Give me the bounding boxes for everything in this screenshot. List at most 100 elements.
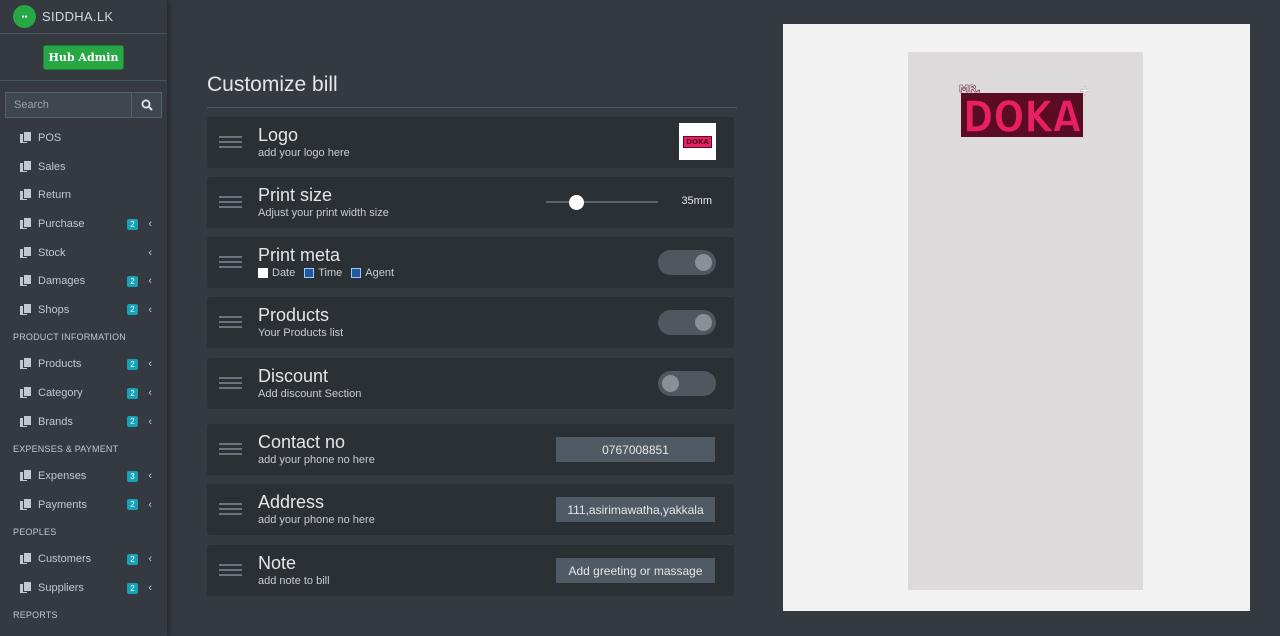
print-size-slider-track[interactable] [546,201,658,203]
copy-icon [20,303,31,316]
search-icon [141,99,153,111]
setting-row-address: Address add your phone no here 111,asiri… [207,484,734,535]
search-button[interactable] [131,92,162,118]
drag-handle-icon[interactable] [219,377,242,389]
nav-item-expenses[interactable]: Expenses 3 ‹ [0,462,167,491]
print-meta-toggle[interactable] [658,250,716,275]
copy-icon [20,275,31,287]
svg-text:+: + [1079,83,1089,99]
chevron-left-icon: ‹ [148,358,152,371]
copy-icon [20,160,31,173]
nav-item-return[interactable]: Return [0,181,167,210]
agent-label: Agent [365,267,395,279]
nav-label: Purchase [38,218,85,231]
row-title: Products [258,305,330,325]
setting-row-contact: Contact no add your phone no here 076700… [207,424,734,475]
chevron-left-icon: ‹ [148,246,152,259]
row-subtitle: Adjust your print width size [258,207,389,219]
doka-logo: MR. DOKA + [959,83,1089,140]
nav-item-sales[interactable]: Sales [0,153,167,182]
products-toggle[interactable] [658,310,716,335]
row-title: Logo [258,125,299,145]
date-checkbox[interactable] [258,268,268,278]
count-badge: 2 [127,304,138,316]
row-title: Address [258,492,325,512]
drag-handle-icon[interactable] [219,136,242,148]
date-label: Date [272,267,296,279]
nav-item-suppliers[interactable]: Suppliers 2 ‹ [0,574,167,603]
brand-name: SIDDHA.LK [42,9,114,24]
brand[interactable]: ●● SIDDHA.LK [0,0,167,34]
count-badge: 2 [127,387,138,399]
chevron-left-icon: ‹ [148,553,152,566]
copy-icon [20,582,31,594]
row-subtitle: add note to bill [258,575,330,587]
nav-item-pos[interactable]: POS [0,124,167,153]
toggle-knob [662,375,679,392]
nav-label: Products [38,358,82,371]
nav-label: Category [38,387,83,400]
drag-handle-icon[interactable] [219,564,242,576]
copy-icon [20,358,31,370]
count-badge: 2 [127,553,138,565]
logo-thumb-text: DOKA [683,135,712,148]
chevron-left-icon: ‹ [148,582,152,595]
nav-item-products[interactable]: Products 2 ‹ [0,350,167,379]
nav-item-brands[interactable]: Brands 2 ‹ [0,407,167,436]
nav-item-customers[interactable]: Customers 2 ‹ [0,545,167,574]
receipt-preview: MR. DOKA + [908,52,1143,590]
nav-header-peoples: PEOPLES [13,527,57,538]
chevron-left-icon: ‹ [148,498,152,511]
svg-text:DOKA: DOKA [963,92,1081,140]
chevron-left-icon: ‹ [148,387,152,400]
sidebar: ●● SIDDHA.LK Hub Admin Search POS Sales … [0,0,167,636]
search-input[interactable]: Search [5,92,131,118]
copy-icon [20,470,31,482]
row-subtitle: add your phone no here [258,514,375,526]
nav-label: Suppliers [38,582,84,595]
contact-input[interactable]: 0767008851 [556,437,715,462]
copy-icon [20,415,31,428]
setting-row-note: Note add note to bill Add greeting or ma… [207,545,734,596]
drag-handle-icon[interactable] [219,256,242,268]
count-badge: 2 [127,218,138,230]
print-size-slider-knob[interactable] [569,195,585,210]
print-size-value: 35mm [681,195,712,207]
row-title: Contact no [258,432,346,452]
copy-icon [20,246,31,259]
nav-item-damages[interactable]: Damages 2 ‹ [0,267,167,296]
count-badge: 2 [127,582,138,594]
count-badge: 2 [127,358,138,370]
drag-handle-icon[interactable] [219,503,242,515]
agent-checkbox[interactable] [351,268,362,278]
address-input[interactable]: 111,asirimawatha,yakkala [556,497,715,522]
copy-icon [20,132,31,144]
nav-item-purchase[interactable]: Purchase 2 ‹ [0,210,167,239]
nav-label: Shops [38,303,70,316]
chevron-left-icon: ‹ [148,218,152,231]
setting-row-discount: Discount Add discount Section [207,358,734,409]
nav-item-reports-first[interactable] [0,628,167,636]
row-title: Discount [258,366,329,386]
chevron-left-icon: ‹ [148,275,152,288]
hub-section: Hub Admin [0,34,167,81]
row-subtitle: add your logo here [258,147,350,159]
time-checkbox[interactable] [304,268,315,278]
setting-row-print-meta: Print meta Date Time Agent [207,237,734,288]
hub-admin-button[interactable]: Hub Admin [42,44,125,70]
count-badge: 3 [127,470,138,482]
row-title: Print meta [258,245,341,265]
drag-handle-icon[interactable] [219,316,242,328]
nav-item-category[interactable]: Category 2 ‹ [0,379,167,408]
discount-toggle[interactable] [658,371,716,396]
logo-thumbnail[interactable]: DOKA [679,123,716,160]
nav-item-payments[interactable]: Payments 2 ‹ [0,491,167,520]
page-title: Customize bill [207,73,338,96]
nav-item-stock[interactable]: Stock ‹ [0,238,167,267]
nav-header-expenses: EXPENSES & PAYMENT [13,443,119,454]
nav-header-reports: REPORTS [13,610,58,621]
drag-handle-icon[interactable] [219,443,242,455]
nav-item-shops[interactable]: Shops 2 ‹ [0,296,167,325]
note-input[interactable]: Add greeting or massage [556,558,715,583]
drag-handle-icon[interactable] [219,196,242,208]
